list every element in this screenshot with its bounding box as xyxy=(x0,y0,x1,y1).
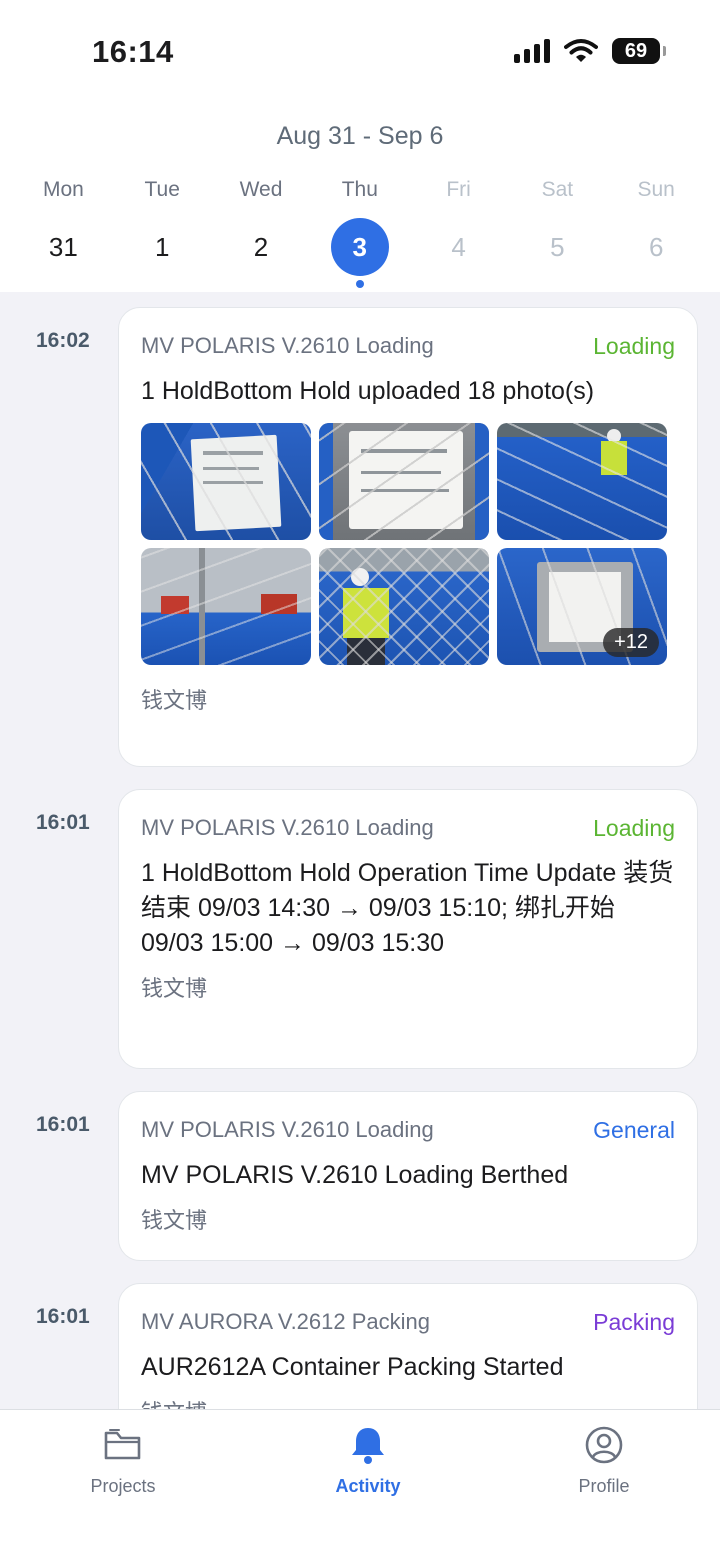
day-name: Mon xyxy=(42,178,84,201)
project-name: MV POLARIS V.2610 Loading xyxy=(141,1117,434,1142)
activity-title: 1 HoldBottom Hold Operation Time Update … xyxy=(141,859,674,957)
photo-grid: +12 xyxy=(141,423,675,665)
status-time: 16:14 xyxy=(92,34,174,69)
day-number: 6 xyxy=(648,232,664,262)
day-tue[interactable]: Tue 1 xyxy=(113,178,212,288)
category-tag: Loading xyxy=(593,332,675,359)
activity-card[interactable]: MV AURORA V.2612 Packing Packing AUR2612… xyxy=(118,1283,698,1409)
wifi-icon xyxy=(564,39,598,62)
tab-label: Activity xyxy=(335,1476,401,1496)
more-photos-badge: +12 xyxy=(603,628,659,657)
entry-time: 16:01 xyxy=(36,1305,90,1328)
day-number: 3 xyxy=(330,218,389,276)
week-range[interactable]: Aug 31 - Sep 6 xyxy=(0,122,720,151)
day-number: 31 xyxy=(48,232,78,262)
day-strip: Mon 31 Tue 1 Wed 2 Thu 3 Fri 4 Sat 5 Sun… xyxy=(14,178,706,288)
entry-time: 16:01 xyxy=(36,1113,90,1136)
tab-bar: Projects Activity Profile xyxy=(0,1409,720,1561)
photo-thumbnail[interactable] xyxy=(141,548,311,665)
day-name: Thu xyxy=(341,178,378,201)
day-name: Tue xyxy=(144,178,180,201)
category-tag: Packing xyxy=(593,1308,675,1335)
photo-thumbnail[interactable] xyxy=(319,548,489,665)
battery-icon: 69 xyxy=(612,38,666,64)
project-name: MV AURORA V.2612 Packing xyxy=(141,1309,431,1334)
photo-thumbnail[interactable] xyxy=(497,423,667,540)
card-header: MV POLARIS V.2610 Loading General xyxy=(141,1114,675,1146)
category-tag: General xyxy=(593,1116,675,1143)
day-fri[interactable]: Fri 4 xyxy=(409,178,508,288)
activity-card[interactable]: MV POLARIS V.2610 Loading Loading 1 Hold… xyxy=(118,789,698,1069)
day-sun[interactable]: Sun 6 xyxy=(607,178,706,288)
day-name: Sun xyxy=(637,178,675,201)
author-name: 钱文博 xyxy=(141,1208,208,1233)
day-number: 4 xyxy=(451,232,466,262)
tab-activity[interactable]: Activity xyxy=(288,1424,448,1497)
activity-card[interactable]: MV POLARIS V.2610 Loading Loading 1 Hold… xyxy=(118,307,698,767)
tab-profile[interactable]: Profile xyxy=(524,1424,684,1497)
day-number: 2 xyxy=(253,232,269,262)
card-header: MV POLARIS V.2610 Loading Loading xyxy=(141,330,675,362)
week-selector: Aug 31 - Sep 6 Mon 31 Tue 1 Wed 2 Thu 3 … xyxy=(0,100,720,292)
activity-title: AUR2612A Container Packing Started xyxy=(141,1353,564,1381)
author-name: 钱文博 xyxy=(141,1395,675,1409)
bell-icon xyxy=(288,1424,448,1466)
status-icons: 69 xyxy=(514,38,666,64)
day-thu-selected[interactable]: Thu 3 xyxy=(310,178,409,288)
battery-level: 69 xyxy=(624,39,648,62)
category-tag: Loading xyxy=(593,814,675,841)
entry-time: 16:01 xyxy=(36,811,90,834)
photo-thumbnail[interactable] xyxy=(319,423,489,540)
day-wed[interactable]: Wed 2 xyxy=(212,178,311,288)
author-name: 钱文博 xyxy=(141,688,208,713)
activity-dot xyxy=(355,280,364,288)
activity-feed[interactable]: 16:02 MV POLARIS V.2610 Loading Loading … xyxy=(0,292,720,1409)
tab-projects[interactable]: Projects xyxy=(43,1424,203,1497)
day-sat[interactable]: Sat 5 xyxy=(508,178,607,288)
day-number: 5 xyxy=(550,232,565,262)
author-name: 钱文博 xyxy=(141,976,208,1001)
day-name: Fri xyxy=(446,178,471,201)
card-header: MV POLARIS V.2610 Loading Loading xyxy=(141,812,675,844)
project-name: MV POLARIS V.2610 Loading xyxy=(141,333,434,358)
tab-label: Projects xyxy=(90,1476,156,1496)
status-bar: 16:14 69 xyxy=(0,0,720,100)
folder-icon xyxy=(43,1424,203,1466)
activity-title: 1 HoldBottom Hold uploaded 18 photo(s) xyxy=(141,377,595,405)
entry-time: 16:02 xyxy=(36,329,90,352)
activity-card[interactable]: MV POLARIS V.2610 Loading General MV POL… xyxy=(118,1091,698,1261)
user-profile-icon xyxy=(524,1424,684,1466)
day-name: Sat xyxy=(541,178,574,201)
photo-thumbnail[interactable] xyxy=(141,423,311,540)
day-name: Wed xyxy=(239,178,283,201)
tab-label: Profile xyxy=(578,1476,630,1496)
cellular-signal-icon xyxy=(514,39,550,63)
card-header: MV AURORA V.2612 Packing Packing xyxy=(141,1306,675,1338)
photo-thumbnail-more[interactable]: +12 xyxy=(497,548,667,665)
day-mon[interactable]: Mon 31 xyxy=(14,178,113,288)
activity-title: MV POLARIS V.2610 Loading Berthed xyxy=(141,1161,569,1189)
day-number: 1 xyxy=(154,232,170,262)
project-name: MV POLARIS V.2610 Loading xyxy=(141,815,434,840)
